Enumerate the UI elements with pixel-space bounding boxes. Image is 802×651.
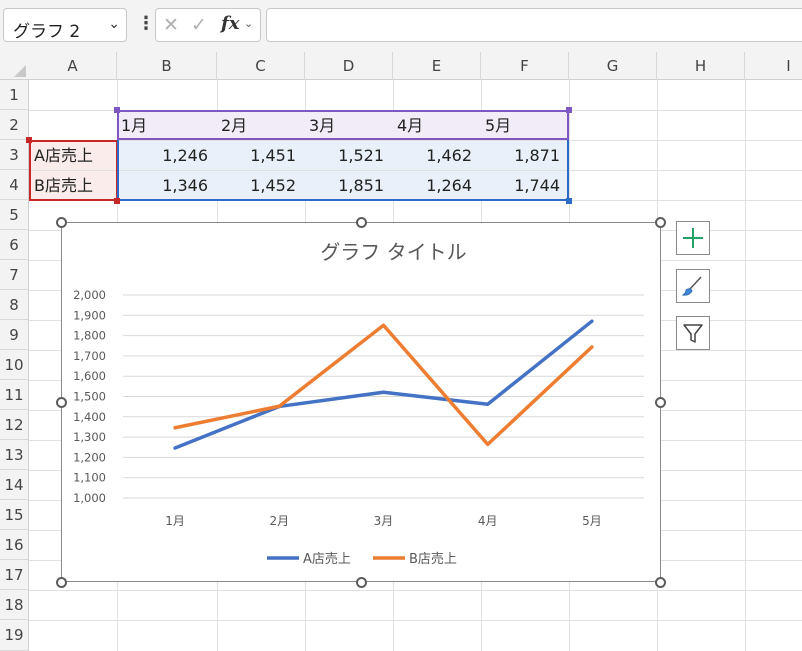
y-tick-label: 1,300 (73, 430, 106, 444)
chart-styles-button[interactable] (676, 269, 710, 303)
row-header[interactable]: 13 (0, 440, 29, 470)
grid-line (745, 80, 746, 651)
category-range-highlight (117, 110, 569, 140)
chevron-down-icon[interactable]: ⌄ (108, 16, 120, 32)
row-header[interactable]: 16 (0, 530, 29, 560)
row-header[interactable]: 12 (0, 410, 29, 440)
row-header[interactable]: 15 (0, 500, 29, 530)
y-tick-label: 1,900 (73, 308, 106, 322)
legend-label: A店売上 (303, 551, 351, 567)
chart-resize-handle[interactable] (655, 397, 666, 408)
column-header-b[interactable]: B (117, 52, 217, 80)
row-header[interactable]: 10 (0, 350, 29, 380)
range-resize-handle[interactable] (566, 107, 572, 113)
column-header-g[interactable]: G (569, 52, 657, 80)
chart-object[interactable]: グラフ タイトル 1,000 1,100 1,200 1,300 1,400 1,500 1,… (61, 222, 661, 582)
row-header[interactable]: 1 (0, 80, 29, 110)
more-options-icon[interactable]: ⋮ (137, 13, 155, 34)
chart-resize-handle[interactable] (655, 577, 666, 588)
values-range-highlight (117, 140, 569, 201)
column-header-i[interactable]: I (745, 52, 802, 80)
column-header-h[interactable]: H (657, 52, 745, 80)
row-header[interactable]: 9 (0, 320, 29, 350)
x-tick-label: 2月 (269, 514, 289, 528)
chart-resize-handle[interactable] (56, 397, 67, 408)
filter-icon (683, 324, 703, 343)
range-resize-handle[interactable] (26, 137, 32, 143)
plus-icon (683, 228, 703, 248)
y-tick-label: 1,800 (73, 329, 106, 343)
chart-resize-handle[interactable] (56, 577, 67, 588)
chevron-down-icon[interactable]: ⌄ (244, 17, 253, 30)
y-tick-label: 1,000 (73, 491, 106, 505)
formula-input[interactable] (266, 8, 802, 42)
chart-filters-button[interactable] (676, 316, 710, 350)
chart-resize-handle[interactable] (356, 577, 367, 588)
chart-resize-handle[interactable] (356, 217, 367, 228)
grid-line (29, 620, 802, 621)
legend-label: B店売上 (409, 551, 457, 567)
column-header-a[interactable]: A (29, 52, 117, 80)
formula-controls: ✕ ✓ fx ⌄ (155, 8, 261, 42)
row-header[interactable]: 4 (0, 170, 29, 200)
column-header-f[interactable]: F (481, 52, 569, 80)
y-tick-label: 1,500 (73, 390, 106, 404)
series-name-range-highlight (29, 140, 118, 201)
select-all-button[interactable] (0, 52, 29, 80)
row-header[interactable]: 14 (0, 470, 29, 500)
y-tick-label: 1,200 (73, 450, 106, 464)
row-header[interactable]: 8 (0, 290, 29, 320)
x-tick-label: 5月 (582, 514, 602, 528)
row-header[interactable]: 19 (0, 620, 29, 651)
check-icon[interactable]: ✓ (191, 14, 207, 36)
grid-line (29, 590, 802, 591)
insert-function-icon[interactable]: fx (221, 13, 239, 34)
column-header-bar: A B C D E F G H I (0, 52, 802, 80)
x-tick-label: 1月 (165, 514, 185, 528)
row-header[interactable]: 18 (0, 590, 29, 620)
name-box[interactable]: グラフ 2 ⌄ (3, 8, 127, 42)
chart-resize-handle[interactable] (655, 217, 666, 228)
row-header[interactable]: 6 (0, 230, 29, 260)
x-tick-label: 3月 (374, 514, 394, 528)
line-chart: グラフ タイトル 1,000 1,100 1,200 1,300 1,400 1,500 1,… (73, 240, 644, 567)
row-header[interactable]: 11 (0, 380, 29, 410)
column-header-e[interactable]: E (393, 52, 481, 80)
column-header-d[interactable]: D (305, 52, 393, 80)
row-header[interactable]: 7 (0, 260, 29, 290)
chart-title: グラフ タイトル (320, 240, 466, 264)
cancel-icon[interactable]: ✕ (163, 14, 179, 36)
row-header[interactable]: 2 (0, 110, 29, 140)
name-box-value: グラフ 2 (13, 22, 81, 42)
y-tick-label: 1,600 (73, 369, 106, 383)
formula-bar-area: グラフ 2 ⌄ ⋮ ✕ ✓ fx ⌄ (0, 0, 802, 52)
row-header[interactable]: 3 (0, 140, 29, 170)
brush-icon (681, 276, 702, 296)
y-tick-label: 1,100 (73, 471, 106, 485)
row-header[interactable]: 17 (0, 560, 29, 590)
column-header-c[interactable]: C (217, 52, 305, 80)
y-tick-label: 1,400 (73, 410, 106, 424)
series-line-2 (173, 323, 594, 447)
range-resize-handle[interactable] (114, 107, 120, 113)
x-tick-label: 4月 (478, 514, 498, 528)
chart-resize-handle[interactable] (56, 217, 67, 228)
chart-elements-button[interactable] (676, 221, 710, 255)
range-resize-handle[interactable] (566, 198, 572, 204)
y-tick-label: 2,000 (73, 288, 106, 302)
range-resize-handle[interactable] (114, 198, 120, 204)
y-tick-label: 1,700 (73, 349, 106, 363)
series-line-1 (173, 319, 594, 450)
row-header[interactable]: 5 (0, 200, 29, 230)
